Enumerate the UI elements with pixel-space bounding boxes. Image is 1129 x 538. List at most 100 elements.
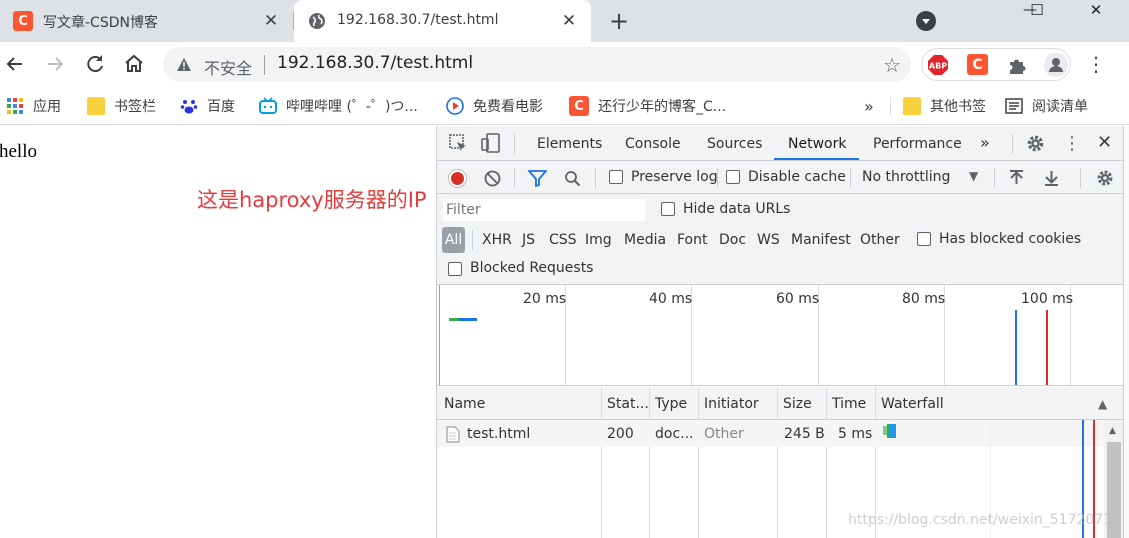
column-name[interactable]: Name bbox=[444, 396, 485, 412]
column-initiator[interactable]: Initiator bbox=[704, 396, 759, 412]
bookmark-star-icon[interactable]: ☆ bbox=[883, 53, 901, 77]
forward-arrow-icon[interactable] bbox=[43, 52, 67, 76]
window-close-button[interactable]: ✕ bbox=[1076, 0, 1116, 20]
toolbar-divider bbox=[994, 168, 995, 188]
overview-request-bar bbox=[459, 318, 477, 321]
network-settings-gear-icon[interactable] bbox=[1096, 169, 1114, 187]
type-filter-all[interactable]: All bbox=[442, 227, 465, 253]
filter-input[interactable] bbox=[443, 199, 645, 221]
tab-strip: C 写文章-CSDN博客 ✕ 192.168.30.7/test.html ✕ … bbox=[0, 0, 1129, 42]
bookmark-folder-bar[interactable]: 书签栏 bbox=[87, 95, 156, 117]
tab-csdn-write[interactable]: C 写文章-CSDN博客 ✕ bbox=[0, 0, 293, 42]
column-waterfall[interactable]: Waterfall bbox=[881, 396, 944, 412]
bookmark-other[interactable]: 其他书签 bbox=[903, 95, 986, 117]
column-separator bbox=[826, 387, 827, 538]
settings-gear-icon[interactable] bbox=[1026, 134, 1045, 153]
table-row[interactable]: test.html 200 doc... Other 245 B 5 ms bbox=[437, 420, 1104, 447]
disable-cache-label: Disable cache bbox=[748, 169, 846, 185]
has-blocked-cookies-checkbox[interactable] bbox=[917, 232, 931, 246]
omnibox-divider bbox=[264, 55, 265, 75]
tab-sources[interactable]: Sources bbox=[707, 136, 762, 152]
throttling-select[interactable]: No throttling ▼ bbox=[862, 169, 982, 189]
type-filter-ws[interactable]: WS bbox=[757, 232, 780, 248]
device-toolbar-icon[interactable] bbox=[481, 133, 501, 153]
type-filter-media[interactable]: Media bbox=[624, 232, 666, 248]
url-text[interactable]: 192.168.30.7/test.html bbox=[277, 53, 473, 73]
tab-console[interactable]: Console bbox=[625, 136, 681, 152]
tab-search-icon[interactable] bbox=[916, 11, 936, 31]
hide-data-urls-checkbox[interactable] bbox=[661, 202, 675, 216]
more-tabs-chevron-icon[interactable]: » bbox=[980, 133, 990, 152]
bookmark-apps[interactable]: 应用 bbox=[6, 95, 61, 117]
request-name: test.html bbox=[467, 426, 531, 442]
filter-funnel-icon[interactable] bbox=[528, 170, 547, 187]
not-secure-label[interactable]: 不安全 bbox=[204, 55, 252, 79]
inspect-element-icon[interactable] bbox=[449, 134, 468, 153]
preserve-log-label: Preserve log bbox=[631, 169, 718, 185]
type-filter-doc[interactable]: Doc bbox=[719, 232, 746, 248]
blocked-requests-label: Blocked Requests bbox=[470, 260, 594, 276]
bookmark-label: 应用 bbox=[33, 99, 61, 115]
record-button[interactable] bbox=[448, 169, 467, 188]
record-dot-icon bbox=[451, 172, 464, 185]
type-filter-font[interactable]: Font bbox=[677, 232, 707, 248]
bookmark-label: 百度 bbox=[207, 99, 235, 115]
profile-avatar[interactable] bbox=[1044, 53, 1068, 77]
clear-icon[interactable] bbox=[484, 170, 501, 187]
abp-extension[interactable]: ABP bbox=[927, 54, 949, 76]
overflow-chevron-icon[interactable]: » bbox=[864, 95, 874, 117]
bookmark-csdn-blog[interactable]: C 还行少年的博客_C... bbox=[569, 95, 726, 117]
bookmark-label: 书签栏 bbox=[114, 99, 156, 115]
close-icon[interactable]: ✕ bbox=[261, 11, 281, 31]
baidu-paw-icon bbox=[180, 100, 198, 114]
maximize-button[interactable]: ☐ bbox=[1017, 0, 1057, 20]
reload-icon[interactable] bbox=[83, 52, 107, 76]
throttling-label: No throttling bbox=[862, 169, 951, 185]
type-filter-css[interactable]: CSS bbox=[549, 232, 577, 248]
disable-cache-checkbox[interactable] bbox=[726, 170, 740, 184]
scroll-up-arrow-icon[interactable]: ▲ bbox=[1109, 426, 1116, 436]
type-filter-img[interactable]: Img bbox=[585, 232, 612, 248]
column-size[interactable]: Size bbox=[783, 396, 812, 412]
bookmark-baidu[interactable]: 百度 bbox=[180, 95, 235, 117]
address-bar[interactable]: 不安全 192.168.30.7/test.html ☆ bbox=[163, 47, 911, 82]
csdn-extension-icon[interactable]: C bbox=[967, 54, 988, 75]
tab-test-html[interactable]: 192.168.30.7/test.html ✕ bbox=[294, 0, 591, 42]
type-filter-xhr[interactable]: XHR bbox=[482, 232, 512, 248]
close-devtools-icon[interactable]: ✕ bbox=[1097, 132, 1112, 153]
back-arrow-icon[interactable] bbox=[3, 52, 27, 76]
column-time[interactable]: Time bbox=[832, 396, 866, 412]
bookmark-bilibili[interactable]: 哔哩哔哩 (゜-゜)つ... bbox=[259, 95, 418, 117]
import-har-upload-icon[interactable] bbox=[1008, 169, 1025, 187]
warning-triangle-icon[interactable] bbox=[176, 57, 192, 72]
search-icon[interactable] bbox=[564, 170, 581, 187]
bookmark-free-movies[interactable]: 免费看电影 bbox=[446, 95, 543, 117]
kebab-menu-icon[interactable]: ⋮ bbox=[1063, 133, 1081, 154]
request-size: 245 B bbox=[784, 426, 825, 442]
tab-performance[interactable]: Performance bbox=[873, 136, 962, 152]
type-filter-js[interactable]: JS bbox=[522, 232, 535, 248]
close-icon[interactable]: ✕ bbox=[559, 11, 579, 31]
home-icon[interactable] bbox=[122, 52, 146, 76]
sort-up-arrow-icon[interactable]: ▲ bbox=[1098, 397, 1107, 411]
type-filter-manifest[interactable]: Manifest bbox=[791, 232, 851, 248]
new-tab-button[interactable]: + bbox=[606, 9, 632, 35]
preserve-log-checkbox[interactable] bbox=[609, 170, 623, 184]
kebab-menu-icon[interactable]: ⋮ bbox=[1084, 52, 1108, 76]
watermark: https://blog.csdn.net/weixin_51720711 bbox=[848, 512, 1122, 528]
column-type[interactable]: Type bbox=[655, 396, 687, 412]
blocked-requests-checkbox[interactable] bbox=[448, 262, 462, 276]
network-overview[interactable]: 20 ms 40 ms 60 ms 80 ms 100 ms bbox=[437, 285, 1123, 386]
export-har-download-icon[interactable] bbox=[1043, 169, 1060, 187]
bookmark-reading-list[interactable]: 阅读清单 bbox=[1005, 95, 1088, 117]
svg-text:ABP: ABP bbox=[929, 62, 947, 71]
puzzle-extensions-icon[interactable] bbox=[1006, 54, 1028, 76]
tab-title: 写文章-CSDN博客 bbox=[43, 15, 158, 31]
bookmark-label: 免费看电影 bbox=[473, 99, 543, 115]
tab-elements[interactable]: Elements bbox=[537, 136, 602, 152]
type-filter-other[interactable]: Other bbox=[860, 232, 900, 248]
column-separator bbox=[777, 387, 778, 538]
tab-network[interactable]: Network bbox=[788, 136, 846, 152]
dom-content-loaded-line bbox=[1015, 310, 1017, 385]
column-status[interactable]: Stat... bbox=[607, 396, 649, 412]
